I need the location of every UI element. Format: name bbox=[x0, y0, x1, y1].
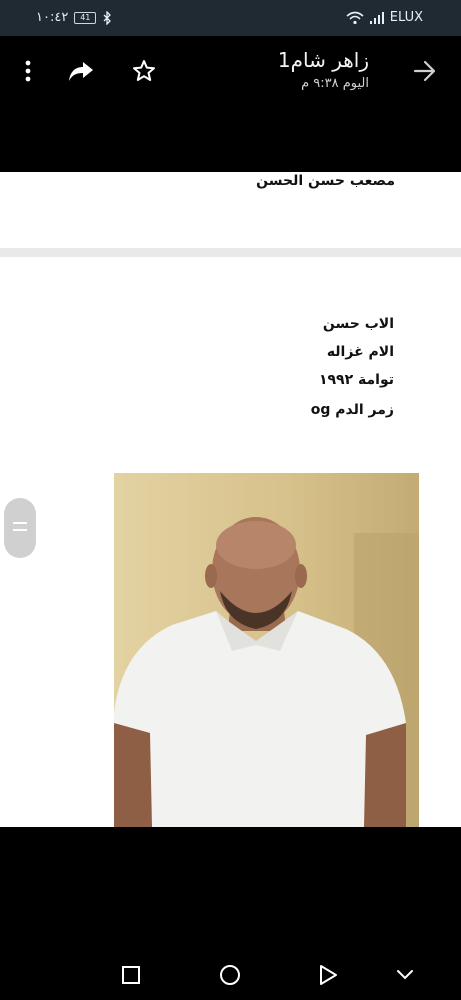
battery-icon: 41 bbox=[74, 11, 97, 24]
star-button[interactable] bbox=[130, 58, 158, 84]
page-separator bbox=[0, 248, 461, 257]
share-icon bbox=[69, 62, 93, 81]
back-button[interactable] bbox=[410, 58, 440, 84]
viewer-top-bar: زاهر شام1 اليوم ٩:٣٨ م bbox=[0, 36, 461, 172]
recents-button[interactable] bbox=[116, 960, 146, 990]
star-icon bbox=[133, 60, 155, 81]
bluetooth-icon bbox=[103, 10, 112, 25]
more-vert-icon bbox=[25, 60, 31, 82]
doc-line-birth: توامة ١٩٩٢ bbox=[318, 372, 394, 388]
document-page-1: مصعب حسن الحسن bbox=[0, 172, 461, 248]
chat-timestamp: اليوم ٩:٣٨ م bbox=[301, 76, 369, 91]
page1-text: مصعب حسن الحسن bbox=[256, 173, 395, 189]
back-triangle-icon bbox=[320, 965, 337, 985]
wifi-icon bbox=[346, 11, 364, 24]
hide-nav-button[interactable] bbox=[390, 960, 420, 990]
forward-arrow-icon bbox=[413, 60, 436, 82]
chevron-down-icon bbox=[397, 970, 413, 980]
home-circle-icon bbox=[220, 965, 240, 985]
chat-title: زاهر شام1 bbox=[277, 48, 369, 72]
doc-line-mother: الام غزاله bbox=[326, 344, 394, 360]
status-right: ELUX bbox=[346, 10, 423, 25]
person-photo-image bbox=[114, 473, 419, 827]
signal-icon bbox=[369, 11, 384, 24]
back-nav-button[interactable] bbox=[313, 960, 343, 990]
status-left: ١٠:٤٢ 41 bbox=[36, 10, 112, 25]
home-button[interactable] bbox=[215, 960, 245, 990]
person-photo bbox=[114, 473, 419, 827]
share-button[interactable] bbox=[66, 58, 96, 84]
carrier-label: ELUX bbox=[389, 10, 423, 25]
recents-square-icon bbox=[122, 966, 140, 984]
status-bar: ١٠:٤٢ 41 ELUX bbox=[0, 0, 461, 36]
chat-header[interactable]: زاهر شام1 اليوم ٩:٣٨ م bbox=[278, 48, 369, 91]
more-options-button[interactable] bbox=[16, 58, 40, 84]
system-nav-bar bbox=[0, 940, 461, 1000]
clock: ١٠:٤٢ bbox=[36, 10, 69, 25]
doc-line-father: الاب حسن bbox=[322, 316, 394, 332]
doc-line-blood: زمر الدم og bbox=[310, 402, 394, 418]
scroll-handle[interactable] bbox=[4, 498, 36, 558]
